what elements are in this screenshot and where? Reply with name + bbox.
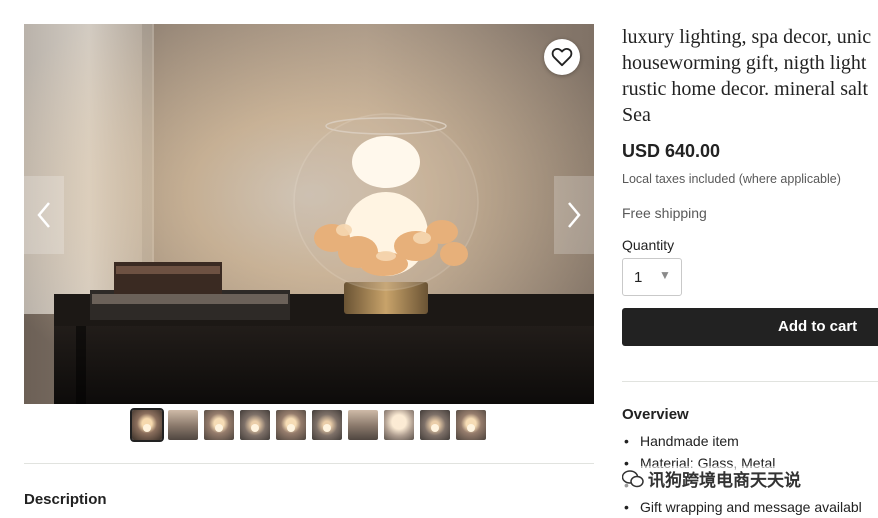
watermark: 讯狗跨境电商天天说 <box>620 466 803 491</box>
price: USD 640.00 <box>622 141 721 161</box>
list-item: Gift wrapping and message availabl <box>624 496 878 518</box>
product-title: luxury lighting, spa decor, unic housewo… <box>622 24 878 128</box>
list-item: Handmade item <box>624 430 878 452</box>
thumbnail[interactable] <box>456 410 486 440</box>
thumbnail[interactable] <box>204 410 234 440</box>
quantity-value: 1 <box>634 269 643 286</box>
divider <box>24 463 594 464</box>
product-title-line: luxury lighting, spa decor, unic <box>622 26 872 48</box>
description-heading[interactable]: Description <box>24 491 107 508</box>
thumbnail[interactable] <box>384 410 414 440</box>
thumbnail[interactable] <box>168 410 198 440</box>
quantity-select[interactable]: 1 ▼ <box>622 258 682 296</box>
tax-note: Local taxes included (where applicable) <box>622 172 841 186</box>
divider <box>622 381 878 382</box>
thumbnail[interactable] <box>276 410 306 440</box>
thumbnail[interactable] <box>420 410 450 440</box>
favorite-button[interactable] <box>544 39 580 75</box>
product-title-line: rustic home decor. mineral salt <box>622 78 869 100</box>
thumbnail-strip <box>130 408 486 442</box>
thumbnail[interactable] <box>312 410 342 440</box>
product-title-line: houseworming gift, nigth light <box>622 52 867 74</box>
caret-down-icon: ▼ <box>659 268 671 282</box>
product-title-line: Sea <box>622 104 651 126</box>
thumbnail[interactable] <box>240 410 270 440</box>
add-to-cart-label: Add to cart <box>778 318 858 335</box>
watermark-text: 讯狗跨境电商天天说 <box>648 471 801 490</box>
wechat-icon <box>622 469 644 487</box>
add-to-cart-button[interactable]: Add to cart <box>622 308 878 346</box>
thumbnail[interactable] <box>130 408 164 442</box>
main-product-image[interactable] <box>24 24 594 404</box>
overview-heading: Overview <box>622 406 689 423</box>
product-photo <box>24 24 594 404</box>
chevron-left-icon <box>37 202 50 228</box>
heart-icon <box>551 47 573 67</box>
chevron-right-icon <box>568 202 581 228</box>
thumbnail[interactable] <box>348 410 378 440</box>
previous-image-button[interactable] <box>24 176 64 254</box>
next-image-button[interactable] <box>554 176 594 254</box>
shipping-info: Free shipping <box>622 205 707 221</box>
quantity-label: Quantity <box>622 237 675 253</box>
